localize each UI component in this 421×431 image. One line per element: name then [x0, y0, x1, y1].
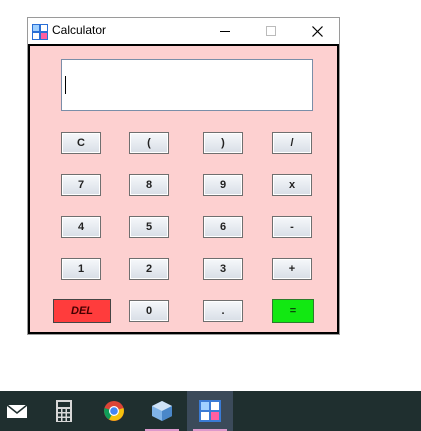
taskbar-chrome[interactable]	[91, 391, 137, 431]
close-icon	[311, 25, 323, 37]
text-caret	[65, 76, 66, 94]
taskbar	[0, 391, 421, 431]
taskbar-virtualbox[interactable]	[139, 391, 185, 431]
taskbar-calculator[interactable]	[41, 391, 87, 431]
chrome-icon	[104, 401, 124, 421]
six-button[interactable]: 6	[203, 216, 243, 238]
zero-button[interactable]: 0	[129, 300, 169, 322]
mail-icon	[6, 404, 28, 418]
maximize-icon	[266, 26, 276, 36]
four-button[interactable]: 4	[61, 216, 101, 238]
multiply-button[interactable]: x	[272, 174, 312, 196]
seven-button[interactable]: 7	[61, 174, 101, 196]
calculator-app-icon	[199, 400, 221, 422]
display-field[interactable]	[61, 59, 313, 111]
decimal-button[interactable]: .	[203, 300, 243, 322]
close-paren-button[interactable]: )	[203, 132, 243, 154]
nine-button[interactable]: 9	[203, 174, 243, 196]
subtract-button[interactable]: -	[272, 216, 312, 238]
minimize-button[interactable]	[202, 18, 248, 44]
one-button[interactable]: 1	[61, 258, 101, 280]
equals-button[interactable]: =	[272, 299, 314, 323]
taskbar-mail[interactable]	[0, 391, 40, 431]
maximize-button[interactable]	[248, 18, 294, 44]
window-title: Calculator	[52, 23, 107, 37]
close-button[interactable]	[294, 18, 340, 44]
eight-button[interactable]: 8	[129, 174, 169, 196]
calculator-window: Calculator C ( ) / 7 8 9 x 4 5 6 - 1 2 3…	[27, 17, 340, 335]
calculator-app-icon	[32, 24, 48, 40]
three-button[interactable]: 3	[203, 258, 243, 280]
five-button[interactable]: 5	[129, 216, 169, 238]
taskbar-calculator-app[interactable]	[187, 391, 233, 431]
add-button[interactable]: +	[272, 258, 312, 280]
calculator-panel: C ( ) / 7 8 9 x 4 5 6 - 1 2 3 + DEL 0 . …	[28, 44, 339, 334]
minimize-icon	[220, 30, 230, 32]
clear-button[interactable]: C	[61, 132, 101, 154]
two-button[interactable]: 2	[129, 258, 169, 280]
divide-button[interactable]: /	[272, 132, 312, 154]
calculator-icon	[56, 400, 72, 422]
title-bar[interactable]: Calculator	[28, 18, 339, 44]
virtualbox-icon	[152, 401, 172, 421]
open-paren-button[interactable]: (	[129, 132, 169, 154]
delete-button[interactable]: DEL	[53, 299, 111, 323]
